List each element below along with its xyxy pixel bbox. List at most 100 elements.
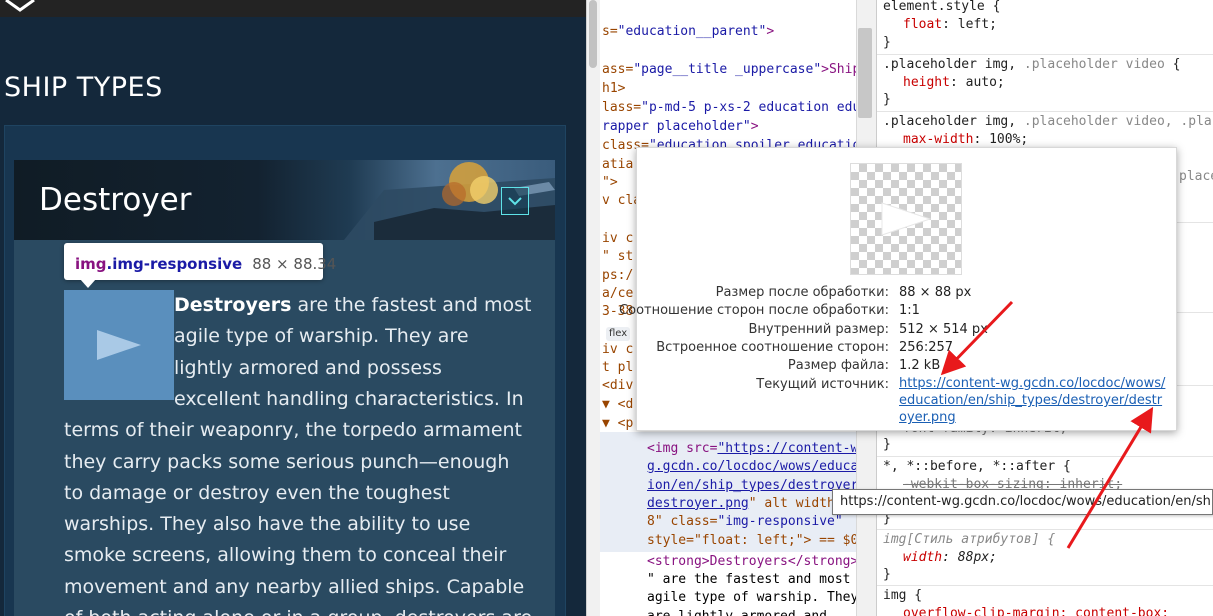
popover-value: 512 × 514 px <box>899 321 988 337</box>
dom-line[interactable]: iv c <box>602 230 633 248</box>
page-scrollbar-thumb[interactable] <box>589 0 597 68</box>
logo-icon[interactable] <box>2 0 38 14</box>
dom-fragment: t pl <box>602 360 634 375</box>
description-text-span: movement and any nearby allied ships. Ca… <box>64 575 525 598</box>
dom-line[interactable]: rapper placeholder"> <box>602 118 759 136</box>
elements-scrollbar-thumb[interactable] <box>858 28 872 118</box>
page-scrollbar[interactable] <box>586 0 600 616</box>
style-close[interactable]: } <box>883 566 891 584</box>
description-line: movement and any nearby allied ships. Ca… <box>64 576 524 598</box>
style-prop[interactable]: overflow-clip-margin: content-box; <box>903 605 1169 616</box>
destroyer-triangle-icon <box>881 202 932 236</box>
style-separator <box>877 585 1213 586</box>
description-line: lightly armored and possess <box>174 357 442 379</box>
dom-line[interactable]: ▼ <d <box>602 396 633 414</box>
dom-line[interactable]: ass="page__title _uppercase">Ship <box>602 61 856 79</box>
dom-fragment: ps:/ <box>602 268 634 283</box>
dom-line[interactable]: "> <box>602 174 618 192</box>
flex-badge[interactable]: flex <box>606 327 631 341</box>
card-title: Destroyer <box>39 182 192 218</box>
style-token: .placeholder video <box>1023 57 1165 72</box>
description-text-span: warships. They also have the ability to … <box>64 513 471 536</box>
expand-toggle-button[interactable] <box>501 187 529 215</box>
description-line: agile type of warship. They are <box>174 325 469 347</box>
style-prop[interactable]: height: auto; <box>903 74 1005 92</box>
style-token: img { <box>883 588 923 603</box>
style-selector[interactable]: .placeholder img, .placeholder video { <box>883 56 1180 74</box>
style-selector[interactable]: element.style { <box>883 0 1000 16</box>
style-token: float <box>903 17 943 32</box>
style-selector[interactable]: .placeholder img, .placeholder video, .p… <box>883 113 1213 131</box>
description-line: excellent handling characteristics. In <box>174 388 524 410</box>
dom-attr-value: "page__title _uppercase" <box>633 62 822 77</box>
popover-value: 88 × 88 px <box>899 285 972 300</box>
current-source-link[interactable]: https://content-wg.gcdn.co/locdoc/wows/e… <box>899 375 1169 426</box>
description-line: they carry packs some serious punch—enou… <box>64 451 509 473</box>
dom-line[interactable]: atia <box>602 156 633 174</box>
dom-attr-value: "education__parent" <box>617 24 767 39</box>
site-topbar <box>0 0 586 17</box>
style-token: : left; <box>942 17 997 32</box>
dom-line[interactable]: <div <box>602 377 633 395</box>
dom-line[interactable]: s="education__parent"> <box>602 23 774 41</box>
description-line: smoke screens, allowing them to conceal … <box>64 544 506 566</box>
popover-label: Встроенное соотношение сторон: <box>656 339 889 355</box>
style-token: : 88px; <box>942 550 997 565</box>
style-selector[interactable]: *, *::before, *::after { <box>883 458 1071 476</box>
dom-line[interactable]: h1> <box>602 80 625 98</box>
style-separator <box>877 456 1213 457</box>
dom-line[interactable]: ps:/ <box>602 267 633 285</box>
description-text-span: lightly armored and possess <box>174 356 442 379</box>
dom-line[interactable]: " st <box>602 248 633 266</box>
style-close[interactable]: } <box>883 436 891 454</box>
spoiler-header[interactable]: Destroyer <box>14 160 555 240</box>
dom-attr-value: rapper placeholder" <box>602 119 751 134</box>
dom-line[interactable]: ▼ <p <box>602 415 633 433</box>
dom-fragment: "> <box>602 175 618 190</box>
description-line: Destroyers are the fastest and most <box>174 294 532 316</box>
description-text-span: are the fastest and most <box>291 294 532 316</box>
style-selector[interactable]: img { <box>883 587 922 605</box>
style-separator <box>877 111 1213 112</box>
image-preview <box>850 163 962 275</box>
popover-label: Размер файла: <box>787 358 889 374</box>
description-text-span: excellent handling characteristics. In <box>174 387 524 410</box>
tooltip-class: .img-responsive <box>106 255 243 273</box>
tooltip-caret <box>80 279 96 288</box>
dom-fragment: " st <box>602 249 634 264</box>
dom-line[interactable]: lass="p-md-5 p-xs-2 education educ <box>602 99 856 117</box>
dom-line[interactable]: a/ce <box>602 285 633 303</box>
style-prop[interactable]: width: 88px; <box>903 549 997 567</box>
style-token: .placeholder img, <box>883 57 1024 72</box>
style-partial: place <box>1179 169 1213 184</box>
description-text-span: of both acting alone or in a group, dest… <box>64 607 532 616</box>
style-token: *, *::before, *::after { <box>883 459 1071 474</box>
description-line: to damage or destroy even the toughest <box>64 482 450 504</box>
popover-value: 1.2 kB <box>899 358 941 374</box>
style-selector[interactable]: img[Стиль атрибутов] { <box>883 531 1055 549</box>
style-token: .placeholder video, .placeh <box>1023 114 1213 129</box>
style-token: width <box>903 550 943 565</box>
description-line: of both acting alone or in a group, dest… <box>64 607 532 616</box>
popover-label: Соотношение сторон после обработки: <box>619 303 889 319</box>
dom-line[interactable]: iv c <box>602 341 633 359</box>
description-line: terms of their weaponry, the torpedo arm… <box>64 419 522 441</box>
dom-line[interactable]: t pl <box>602 359 633 377</box>
section-title: SHIP TYPES <box>4 72 163 103</box>
style-close[interactable]: } <box>883 91 891 109</box>
dom-fragment: atia <box>602 157 634 172</box>
dom-attr-value: "p-md-5 p-xs-2 education educ <box>641 100 856 115</box>
dom-fragment: lass= <box>602 100 642 115</box>
style-token: : 100%; <box>973 132 1029 147</box>
popover-label: Внутренний размер: <box>748 321 889 337</box>
style-separator <box>877 54 1213 55</box>
selected-node-highlight <box>600 432 856 552</box>
dom-fragment: ▼ <d <box>602 397 634 412</box>
style-prop[interactable]: float: left; <box>903 16 997 34</box>
dom-fragment: iv c <box>602 342 634 357</box>
style-close[interactable]: } <box>883 34 891 52</box>
popover-label: Текущий источник: <box>756 376 889 392</box>
chevron-down-icon <box>508 197 522 206</box>
destroyer-class-image[interactable] <box>64 290 174 400</box>
description-text-span: they carry packs some serious punch—enou… <box>64 450 510 473</box>
